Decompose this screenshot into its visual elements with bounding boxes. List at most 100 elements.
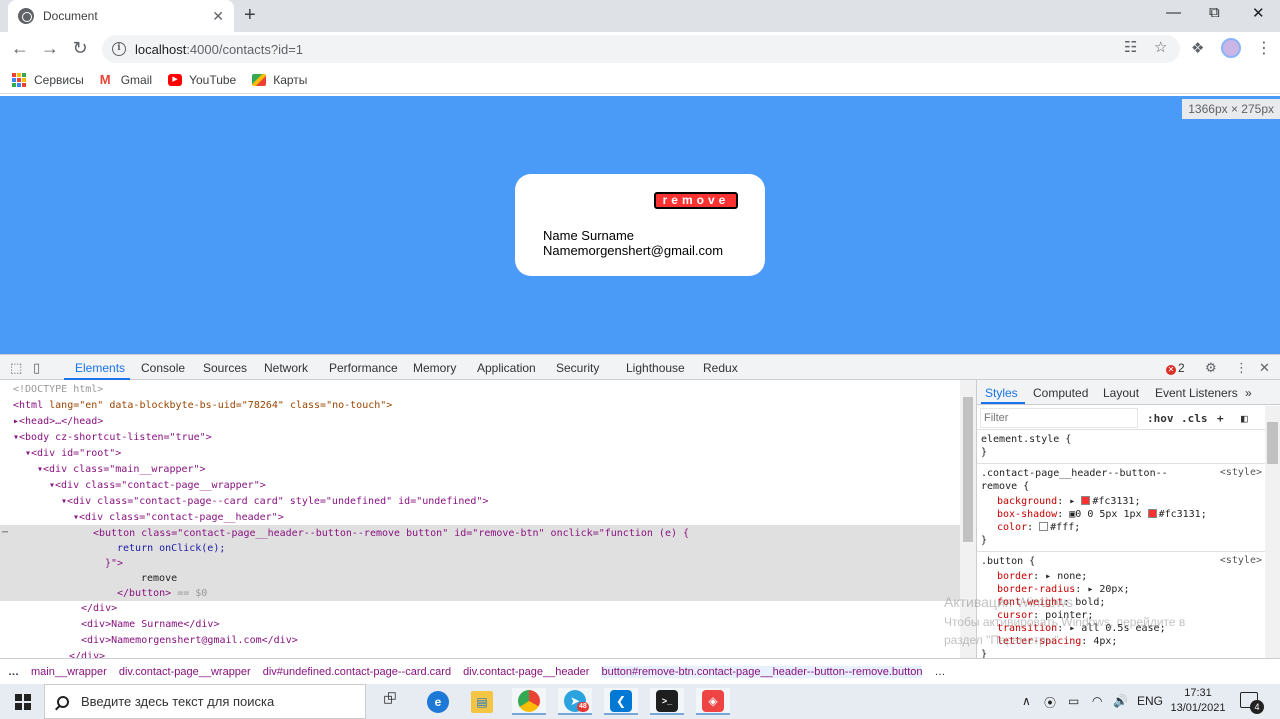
new-tab-button[interactable]: + [244, 4, 256, 27]
dom-header-close[interactable]: </div> [0, 601, 960, 617]
tab-computed[interactable]: Computed [1033, 386, 1088, 400]
rule2-prop-border[interactable]: border: ▸ none; [997, 570, 1087, 583]
profile-avatar[interactable] [1221, 38, 1241, 58]
restore-icon[interactable]: ⧉ [1209, 4, 1220, 21]
tab-layout[interactable]: Layout [1103, 386, 1139, 400]
dom-main-wrapper[interactable]: ▾<div class="main__wrapper"> [0, 462, 960, 478]
styles-filter-input[interactable] [980, 408, 1138, 428]
cls-toggle[interactable]: .cls [1181, 412, 1208, 425]
windows-start-icon[interactable] [15, 694, 31, 710]
close-window-icon[interactable]: ✕ [1252, 4, 1265, 22]
bookmark-gmail[interactable]: M Gmail [100, 73, 152, 87]
dom-card[interactable]: ▾<div class="contact-page--card card" st… [0, 494, 960, 510]
file-explorer-icon[interactable]: ▤ [465, 688, 499, 715]
telegram-icon[interactable]: ➤ 48 [558, 688, 592, 715]
tab-security[interactable]: Security [556, 361, 599, 375]
tab-sources[interactable]: Sources [203, 361, 247, 375]
taskbar-search-box[interactable]: Введите здесь текст для поиска [44, 684, 366, 719]
settings-gear-icon[interactable]: ⚙ [1205, 360, 1217, 376]
breadcrumb-item-selected[interactable]: button#remove-btn.contact-page__header--… [601, 665, 923, 678]
rule1-prop-background[interactable]: background: ▸ #fc3131; [997, 495, 1140, 508]
color-swatch[interactable] [1039, 522, 1049, 531]
dom-card-close[interactable]: </div> [0, 649, 960, 658]
minimize-icon[interactable]: — [1166, 4, 1181, 21]
security-tray-icon[interactable]: ⦿ [1044, 694, 1056, 711]
wifi-icon[interactable]: ◠ [1092, 694, 1102, 708]
extensions-icon[interactable]: ❖ [1191, 39, 1204, 57]
styles-scroll-thumb[interactable] [1267, 422, 1278, 464]
tab-memory[interactable]: Memory [413, 361, 456, 375]
rule2-source[interactable]: <style> [1220, 555, 1262, 566]
tab-network[interactable]: Network [264, 361, 308, 375]
language-indicator[interactable]: ENG [1137, 694, 1163, 708]
reload-icon[interactable]: ↻ [69, 38, 91, 59]
more-tabs-icon[interactable]: » [1245, 386, 1252, 400]
dom-root[interactable]: ▾<div id="root"> [0, 446, 960, 462]
remove-button[interactable]: remove [654, 192, 738, 209]
dom-header[interactable]: ▾<div class="contact-page__header"> [0, 510, 960, 526]
rule1-source[interactable]: <style> [1220, 467, 1262, 478]
close-devtools-icon[interactable]: ✕ [1259, 360, 1270, 376]
device-toolbar-icon[interactable]: ▯ [33, 360, 40, 376]
dom-contact-wrapper[interactable]: ▾<div class="contact-page__wrapper"> [0, 478, 960, 494]
bookmark-youtube[interactable]: ▶ YouTube [168, 73, 236, 87]
tab-console[interactable]: Console [141, 361, 185, 375]
breadcrumb-item[interactable]: div.contact-page__header [463, 666, 589, 678]
dom-head[interactable]: ▸<head>…</head> [0, 414, 960, 430]
prop-name: border [997, 571, 1034, 582]
app-red-icon[interactable]: ◈ [696, 688, 730, 715]
info-icon[interactable]: i [112, 42, 126, 56]
breadcrumb-item[interactable]: div#undefined.contact-page--card.card [263, 666, 451, 678]
rule1-prop-box-shadow[interactable]: box-shadow: ▣0 0 5px 1px #fc3131; [997, 508, 1207, 521]
new-rule-icon[interactable]: + [1217, 412, 1224, 425]
dom-email-div[interactable]: <div>Namemorgenshert@gmail.com</div> [0, 633, 960, 649]
tray-overflow-icon[interactable]: ∧ [1022, 694, 1031, 708]
devtools-menu-icon[interactable]: ⋮ [1235, 360, 1248, 376]
toggle-sidebar-icon[interactable]: ◧ [1241, 412, 1248, 425]
breadcrumb-overflow-left[interactable]: … [8, 666, 19, 678]
tab-application[interactable]: Application [477, 361, 536, 375]
error-counter[interactable]: ✕ 2 [1166, 361, 1185, 375]
rule1-selector[interactable]: .contact-page__header--button-- [981, 467, 1168, 480]
close-tab-icon[interactable]: ✕ [212, 8, 224, 25]
tab-performance[interactable]: Performance [329, 361, 398, 375]
tab-event-listeners[interactable]: Event Listeners [1155, 386, 1238, 400]
breadcrumb-item[interactable]: div.contact-page__wrapper [119, 666, 251, 678]
terminal-icon[interactable]: >_ [650, 688, 684, 715]
vscode-icon[interactable]: ❮ [604, 688, 638, 715]
chrome-menu-icon[interactable]: ⋮ [1256, 38, 1272, 58]
dom-body[interactable]: ▾<body cz-shortcut-listen="true"> [0, 430, 960, 446]
elements-scroll-thumb[interactable] [963, 397, 973, 542]
dom-button-open[interactable]: <button class="contact-page__header--but… [0, 526, 960, 542]
bookmark-star-icon[interactable]: ☆ [1154, 38, 1167, 56]
task-view-icon[interactable]: ⮺ [373, 688, 407, 715]
element-style-selector[interactable]: element.style { [981, 433, 1071, 446]
bookmark-maps[interactable]: Карты [252, 73, 307, 87]
chrome-taskbar-icon[interactable] [512, 688, 546, 715]
inspect-element-icon[interactable]: ⬚ [10, 360, 22, 376]
address-bar[interactable]: i localhost:4000/contacts?id=1 [102, 35, 1180, 63]
tab-lighthouse[interactable]: Lighthouse [626, 361, 685, 375]
color-swatch[interactable] [1081, 496, 1091, 505]
volume-icon[interactable]: 🔊 [1113, 694, 1128, 708]
tab-redux[interactable]: Redux [703, 361, 738, 375]
dom-doctype[interactable]: <!DOCTYPE html> [0, 382, 960, 398]
battery-icon[interactable]: ▭ [1068, 694, 1079, 708]
dom-name-div[interactable]: <div>Name Surname</div> [0, 617, 960, 633]
edge-icon[interactable]: e [421, 688, 455, 715]
taskbar-clock[interactable]: 17:31 13/01/2021 [1168, 686, 1228, 716]
breadcrumb-item[interactable]: main__wrapper [31, 666, 107, 678]
back-icon[interactable]: ← [9, 38, 31, 59]
forward-icon[interactable]: → [39, 38, 61, 59]
tab-elements[interactable]: Elements [75, 361, 125, 375]
color-swatch[interactable] [1147, 509, 1157, 518]
tab-styles[interactable]: Styles [985, 386, 1018, 400]
bookmark-services[interactable]: Сервисы [12, 72, 84, 87]
browser-tab[interactable]: Document ✕ [8, 0, 234, 32]
breadcrumb-overflow-right[interactable]: … [934, 666, 945, 678]
rule1-prop-color[interactable]: color: #fff; [997, 521, 1080, 534]
dom-html[interactable]: <html lang="en" data-blockbyte-bs-uid="7… [0, 398, 960, 414]
translate-icon[interactable]: ☷ [1124, 38, 1137, 56]
hov-toggle[interactable]: :hov [1147, 412, 1174, 425]
rule2-selector[interactable]: .button { [981, 555, 1035, 568]
